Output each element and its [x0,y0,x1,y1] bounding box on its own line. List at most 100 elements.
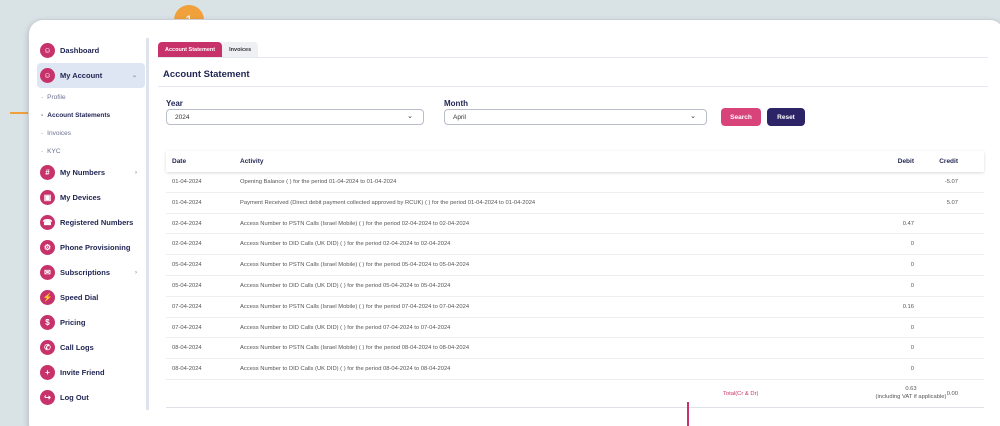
sidebar-item-label: Call Logs [60,343,94,352]
table-row: 07-04-2024 Access Number to DID Calls (UK… [166,318,984,339]
cell-debit: 0 [910,262,914,269]
cell-activity: Opening Balance ( ) for the period 01-04… [240,179,397,185]
sidebar-item-my-numbers[interactable]: # My Numbers › [37,160,145,185]
sidebar: ☺ Dashboard ☺ My Account ⌄ - Profile • Acc… [37,38,145,426]
table-row: 08-04-2024 Access Number to DID Calls (UK… [166,359,984,380]
month-select[interactable]: April ⌄ [444,109,707,125]
search-button[interactable]: Search [721,108,761,126]
user-icon: ☺ [40,68,55,83]
column-header-date: Date [172,158,187,165]
column-header-debit: Debit [897,158,914,165]
cell-date: 02-04-2024 [172,220,202,227]
sidebar-item-label: Pricing [60,318,86,327]
chevron-down-icon: ⌄ [690,113,696,120]
total-label: Total(Cr & Dr) [723,391,759,397]
year-select-value: 2024 [175,113,190,121]
cell-credit: -5.07 [944,179,958,185]
sidebar-item-dashboard[interactable]: ☺ Dashboard [37,38,145,63]
cell-activity: Access Number to DID Calls (UK DID) ( ) … [240,241,451,248]
month-select-value: April [453,113,467,121]
phone-icon: ☎ [40,215,55,230]
sidebar-subitem-label: Account Statements [47,111,111,119]
cell-date: 01-04-2024 [172,179,202,185]
title-divider [158,86,988,87]
chevron-down-icon: ⌄ [407,113,413,120]
cell-date: 02-04-2024 [172,241,202,248]
column-header-activity: Activity [240,158,264,165]
sidebar-subitem-kyc[interactable]: - KYC [37,142,145,160]
call-icon: ✆ [40,340,55,355]
sidebar-item-invite-friend[interactable]: + Invite Friend [37,360,145,385]
cell-date: 07-04-2024 [172,303,202,310]
cell-credit: 5.07 [946,199,958,206]
cell-date: 05-04-2024 [172,282,202,289]
sidebar-subitem-label: KYC [47,147,61,155]
cell-debit: 0 [910,324,914,331]
tab-divider [158,57,988,58]
sidebar-item-speed-dial[interactable]: ⚡ Speed Dial [37,285,145,310]
logout-icon: ↪ [40,390,55,405]
cell-debit: 0 [910,241,914,248]
sidebar-item-label: Log Out [60,393,89,402]
sidebar-item-phone-provisioning[interactable]: ⚙ Phone Provisioning [37,235,145,260]
sidebar-item-label: Dashboard [60,46,100,55]
cell-activity: Access Number to PSTN Calls (Israel Mobi… [240,303,470,310]
chevron-right-icon: › [135,269,137,276]
sidebar-subitem-label: Profile [47,93,66,101]
year-label: Year [166,99,183,108]
chevron-down-icon: ⌄ [131,73,137,79]
cell-date: 08-04-2024 [172,366,202,373]
cell-debit: 0 [910,282,914,289]
reset-button[interactable]: Reset [767,108,805,126]
page-title: Account Statement [163,69,250,80]
tab-bar: Account Statement Invoices [158,42,259,57]
year-select[interactable]: 2024 ⌄ [166,109,424,125]
table-row: 01-04-2024 Payment Received (Direct debit… [166,193,984,214]
sidebar-subitem-profile[interactable]: - Profile [37,88,145,106]
table-row: 01-04-2024 Opening Balance ( ) for the pe… [166,172,984,193]
sidebar-item-label: My Account [60,71,103,80]
sidebar-item-log-out[interactable]: ↪ Log Out [37,385,145,410]
sidebar-subitem-invoices[interactable]: - Invoices [37,124,145,142]
cell-debit: 0.47 [902,220,914,227]
subscription-icon: ✉ [40,265,55,280]
annotation-line [687,402,689,426]
cell-debit: 0.16 [902,303,914,310]
table-row: 08-04-2024 Access Number to PSTN Calls (I… [166,338,984,360]
table-header: Date Activity Debit Credit [166,151,984,172]
total-debit-cell: 0.63 (including VAT if applicable) [866,385,956,401]
cell-debit: 0 [910,366,914,373]
month-label: Month [444,99,468,108]
total-debit: 0.63 [905,386,917,392]
total-row: Total(Cr & Dr) 0.63 (including VAT if ap… [166,380,984,408]
sidebar-item-my-devices[interactable]: ▣ My Devices [37,185,145,210]
sidebar-item-my-account[interactable]: ☺ My Account ⌄ [37,63,145,88]
tab-invoices[interactable]: Invoices [222,42,259,57]
sidebar-item-label: Phone Provisioning [60,243,131,252]
total-credit: 0.00 [946,391,958,397]
sidebar-divider [146,38,149,410]
gear-icon: ⚙ [40,240,55,255]
table-row: 02-04-2024 Access Number to PSTN Calls (I… [166,214,984,235]
cell-activity: Payment Received (Direct debit payment c… [240,199,536,206]
column-header-credit: Credit [939,158,958,165]
cell-activity: Access Number to DID Calls (UK DID) ( ) … [240,324,451,331]
sidebar-item-registered-numbers[interactable]: ☎ Registered Numbers [37,210,145,235]
add-user-icon: + [40,365,55,380]
sidebar-item-call-logs[interactable]: ✆ Call Logs [37,335,145,360]
sidebar-subitem-label: Invoices [47,129,72,137]
sidebar-subitem-account-statements[interactable]: • Account Statements [37,106,145,124]
sidebar-item-label: My Devices [60,193,101,202]
statement-table: 01-04-2024 Opening Balance ( ) for the pe… [166,172,984,380]
lightning-icon: ⚡ [40,290,55,305]
cell-debit: 0 [910,345,914,352]
sidebar-item-pricing[interactable]: $ Pricing [37,310,145,335]
vat-note: (including VAT if applicable) [875,394,947,400]
app-window: ☺ Dashboard ☺ My Account ⌄ - Profile • Acc… [28,19,1000,426]
sidebar-item-subscriptions[interactable]: ✉ Subscriptions › [37,260,145,285]
cell-activity: Access Number to DID Calls (UK DID) ( ) … [240,366,451,373]
sidebar-item-label: Speed Dial [60,293,99,302]
device-icon: ▣ [40,190,55,205]
tab-account-statement[interactable]: Account Statement [158,42,223,57]
cell-date: 07-04-2024 [172,324,202,331]
